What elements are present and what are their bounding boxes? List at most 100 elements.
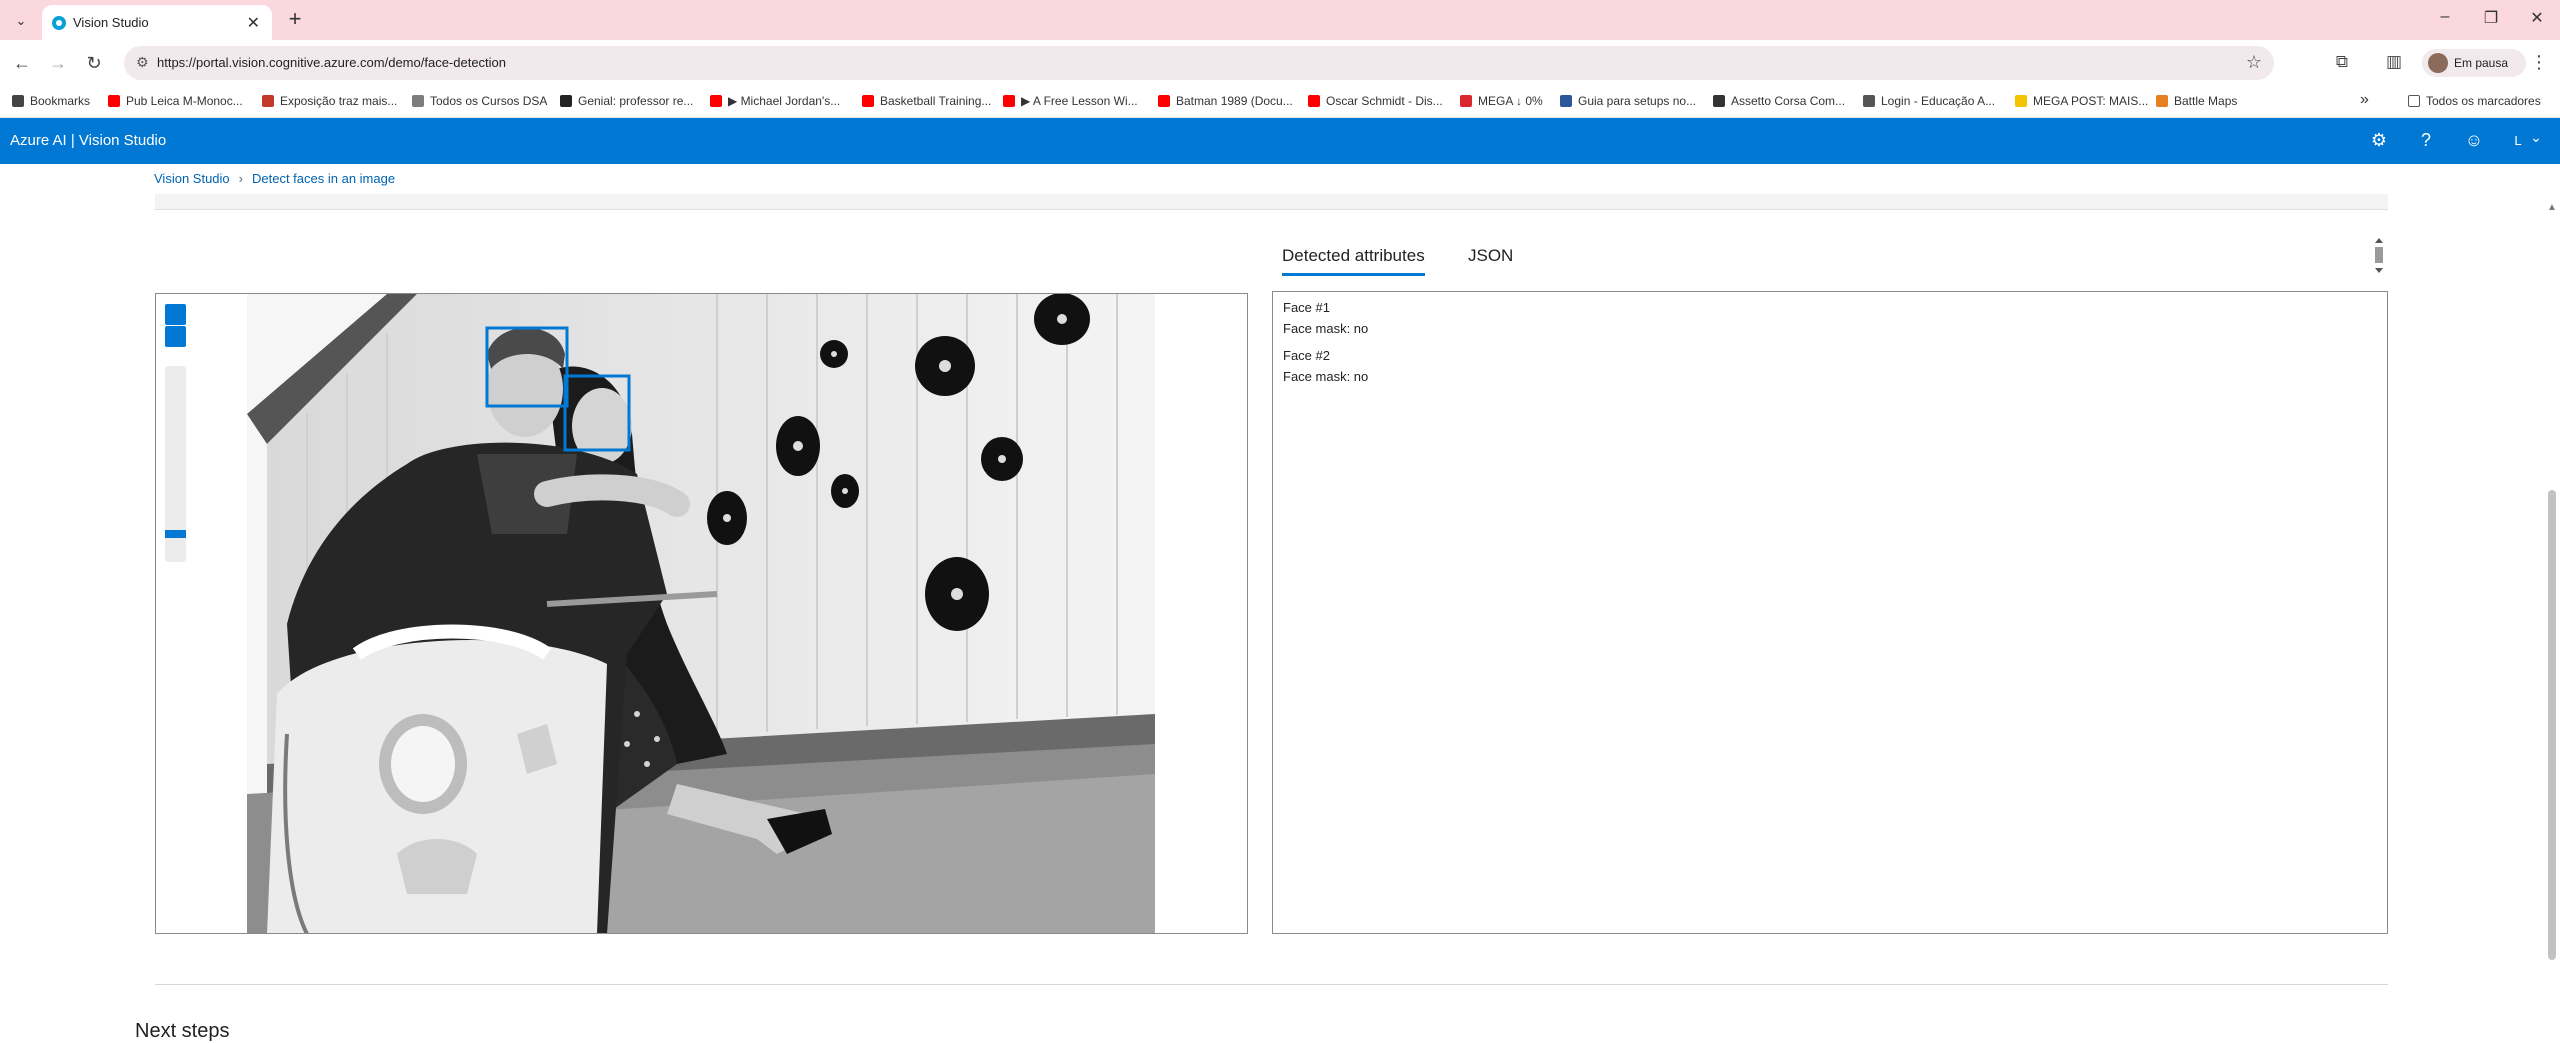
site-icon xyxy=(2156,95,2168,107)
section-divider xyxy=(155,984,2388,985)
browser-tab-active[interactable]: Vision Studio ✕ xyxy=(42,5,272,40)
bookmark-label: Oscar Schmidt - Dis... xyxy=(1326,94,1443,108)
mega-icon xyxy=(1460,95,1472,107)
browser-toolbar: ← → ↻ ⚙ https://portal.vision.cognitive.… xyxy=(0,40,2560,86)
face-1-mask-value: Face mask: no xyxy=(1283,321,1369,336)
bookmark-item[interactable]: Exposição traz mais... xyxy=(262,94,397,110)
bookmark-item[interactable]: Pub Leica M-Monoc... xyxy=(108,94,243,110)
tab-title: Vision Studio xyxy=(73,15,149,30)
breadcrumb-root-link[interactable]: Vision Studio xyxy=(154,171,230,186)
bookmark-item[interactable]: Basketball Training... xyxy=(862,94,991,110)
browser-menu-icon[interactable]: ⋮ xyxy=(2530,52,2548,73)
youtube-icon xyxy=(1158,95,1170,107)
settings-gear-icon[interactable]: ⚙ xyxy=(2367,130,2391,151)
bookmark-item[interactable]: Assetto Corsa Com... xyxy=(1713,94,1845,110)
close-window-button[interactable]: ✕ xyxy=(2522,8,2552,28)
zoom-in-button[interactable] xyxy=(165,304,186,325)
face-2-heading: Face #2 xyxy=(1283,348,1330,363)
app-title[interactable]: Azure AI | Vision Studio xyxy=(10,132,166,149)
all-bookmarks-folder[interactable]: Todos os marcadores xyxy=(2408,94,2541,110)
face-2-mask-value: Face mask: no xyxy=(1283,369,1369,384)
minimize-button[interactable]: – xyxy=(2430,8,2460,26)
forward-arrow-icon[interactable]: → xyxy=(46,52,70,76)
bookmark-item[interactable]: ▶ A Free Lesson Wi... xyxy=(1003,94,1138,110)
bookmark-star-icon[interactable]: ☆ xyxy=(2246,52,2262,73)
detected-attributes-panel: Face #1 Face mask: no Face #2 Face mask:… xyxy=(1272,291,2388,934)
youtube-icon xyxy=(108,95,120,107)
bookmark-item[interactable]: Guia para setups no... xyxy=(1560,94,1696,110)
breadcrumb-current[interactable]: Detect faces in an image xyxy=(252,171,395,186)
bookmark-label: Assetto Corsa Com... xyxy=(1731,94,1846,108)
page-scrollbar[interactable]: ▲ xyxy=(2544,200,2560,1032)
tab-close-icon[interactable]: ✕ xyxy=(247,13,260,33)
all-bookmarks-label: Todos os marcadores xyxy=(2426,94,2541,108)
bookmark-label: Login - Educação A... xyxy=(1881,94,1996,108)
avatar xyxy=(2428,53,2448,73)
zoom-out-button[interactable] xyxy=(165,326,186,347)
azure-header: Azure AI | Vision Studio ⚙ ? ☺ L ⌄ xyxy=(0,118,2560,164)
bookmark-item[interactable]: Bookmarks xyxy=(12,94,90,110)
image-preview-panel xyxy=(155,293,1248,934)
vision-studio-favicon-icon xyxy=(52,16,66,30)
scroll-up-arrow-icon[interactable]: ▲ xyxy=(2547,202,2557,213)
breadcrumb-separator: › xyxy=(238,171,243,186)
bookmark-label: ▶ A Free Lesson Wi... xyxy=(1021,94,1138,108)
profile-label: Em pausa xyxy=(2454,56,2509,70)
bookmark-label: Bookmarks xyxy=(30,94,91,108)
bookmark-item[interactable]: ▶ Michael Jordan's... xyxy=(710,94,840,110)
tabs-scroll-control[interactable] xyxy=(2372,236,2386,276)
bookmark-label: Genial: professor re... xyxy=(578,94,694,108)
bookmark-item[interactable]: Login - Educação A... xyxy=(1863,94,1995,110)
bookmark-label: MEGA POST: MAIS... xyxy=(2033,94,2149,108)
address-bar[interactable]: ⚙ https://portal.vision.cognitive.azure.… xyxy=(124,46,2274,80)
breadcrumb: Vision Studio › Detect faces in an image xyxy=(154,171,395,186)
site-icon xyxy=(1713,95,1725,107)
bookmark-label: MEGA ↓ 0% xyxy=(1478,94,1543,108)
bookmark-item[interactable]: Battle Maps xyxy=(2156,94,2237,110)
site-icon xyxy=(412,95,424,107)
youtube-icon xyxy=(862,95,874,107)
bookmark-item[interactable]: MEGA POST: MAIS... xyxy=(2015,94,2148,110)
bookmark-item[interactable]: Genial: professor re... xyxy=(560,94,693,110)
help-icon[interactable]: ? xyxy=(2414,130,2438,151)
bookmark-label: Pub Leica M-Monoc... xyxy=(126,94,243,108)
word-icon xyxy=(1560,95,1572,107)
bookmark-label: ▶ Michael Jordan's... xyxy=(728,94,841,108)
new-tab-button[interactable]: + xyxy=(282,7,308,33)
bookmark-label: Guia para setups no... xyxy=(1578,94,1697,108)
site-icon xyxy=(1863,95,1875,107)
bookmark-label: Exposição traz mais... xyxy=(280,94,398,108)
youtube-icon xyxy=(710,95,722,107)
profile-button[interactable]: Em pausa xyxy=(2422,49,2526,77)
account-chevron-down-icon[interactable]: ⌄ xyxy=(2524,129,2548,146)
feedback-smiley-icon[interactable]: ☺ xyxy=(2462,130,2486,151)
bookmark-label: Basketball Training... xyxy=(880,94,992,108)
restore-button[interactable]: ❐ xyxy=(2476,8,2506,28)
back-arrow-icon[interactable]: ← xyxy=(10,52,34,76)
tab-json[interactable]: JSON xyxy=(1468,246,1513,266)
bookmarks-overflow-chevron-icon[interactable]: » xyxy=(2360,91,2369,108)
bookmark-label: Battle Maps xyxy=(2174,94,2238,108)
bookmark-item[interactable]: Oscar Schmidt - Dis... xyxy=(1308,94,1443,110)
site-icon xyxy=(560,95,572,107)
site-info-icon[interactable]: ⚙ xyxy=(136,54,149,71)
bookmark-item[interactable]: Batman 1989 (Docu... xyxy=(1158,94,1293,110)
previous-section-edge xyxy=(155,194,2388,210)
bookmark-label: Todos os Cursos DSA xyxy=(430,94,548,108)
zoom-slider-thumb[interactable] xyxy=(165,530,186,538)
page-scroll-thumb[interactable] xyxy=(2548,490,2556,960)
star-icon xyxy=(12,95,24,107)
youtube-icon xyxy=(1003,95,1015,107)
tab-detected-attributes[interactable]: Detected attributes xyxy=(1282,246,1425,276)
address-url: https://portal.vision.cognitive.azure.co… xyxy=(157,55,507,70)
face-2-attributes: Face #2 Face mask: no xyxy=(1283,345,1368,387)
bookmark-item[interactable]: Todos os Cursos DSA xyxy=(412,94,547,110)
smiley-icon xyxy=(2015,95,2027,107)
reload-icon[interactable]: ↻ xyxy=(82,52,106,76)
site-icon xyxy=(262,95,274,107)
extensions-icon[interactable]: ⧉ xyxy=(2330,52,2354,72)
folder-icon xyxy=(2408,95,2420,107)
side-panel-icon[interactable]: ▥ xyxy=(2382,52,2406,72)
tab-search-dropdown[interactable]: ⌄ xyxy=(8,8,34,34)
bookmark-item[interactable]: MEGA ↓ 0% xyxy=(1460,94,1543,110)
